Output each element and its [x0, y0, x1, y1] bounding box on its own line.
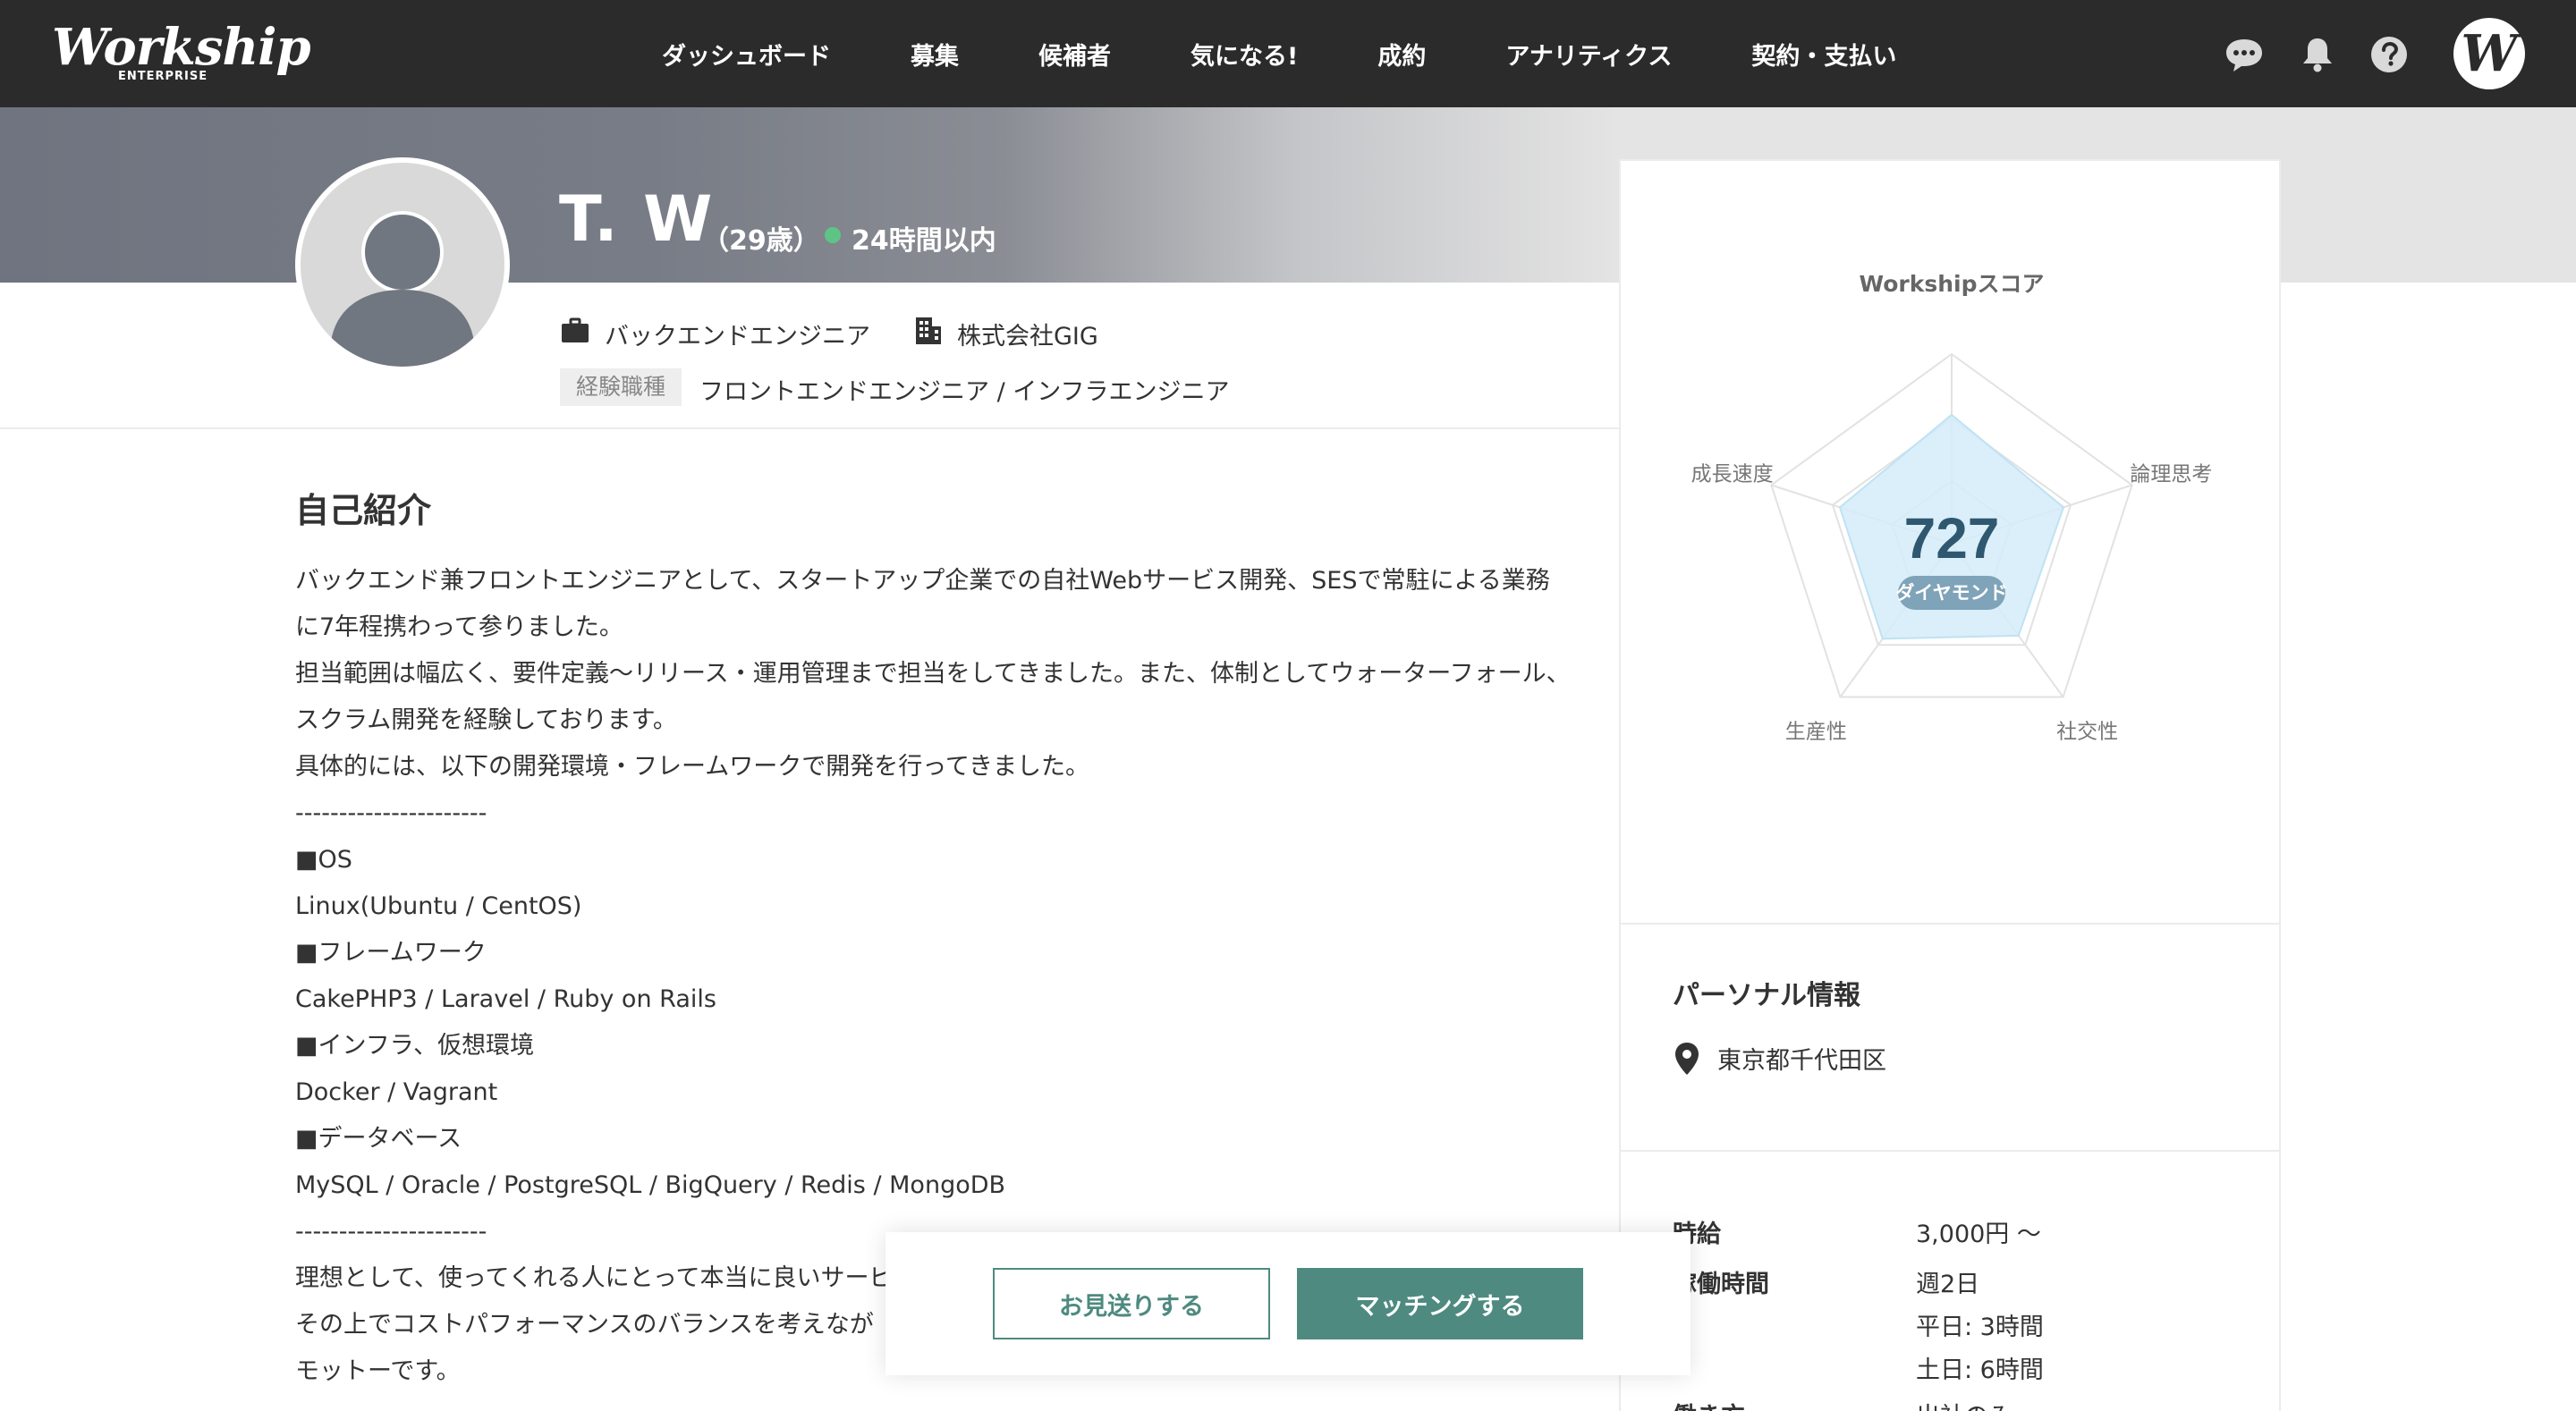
user-avatar-icon[interactable]: W: [2453, 18, 2525, 89]
skip-candidate-button[interactable]: お見送りする: [993, 1268, 1270, 1339]
candidate-action-bar: お見送りする マッチングする: [886, 1232, 1690, 1375]
intro-line: ■インフラ、仮想環境: [295, 1032, 535, 1060]
work-style-label: 働き方: [1673, 1397, 1745, 1411]
top-navigation-bar: Workship ENTERPRISE ダッシュボード 募集 候補者 気になる!…: [0, 0, 2576, 107]
intro-line: CakePHP3 / Laravel / Ruby on Rails: [295, 985, 716, 1013]
card-divider: [1621, 923, 2279, 925]
chat-icon[interactable]: [2224, 34, 2265, 75]
score-card: Workshipスコア 実績論理思考社交性生産性成長速度 727 ダイヤモンド …: [1619, 159, 2281, 1411]
nav-dashboard[interactable]: ダッシュボード: [662, 37, 831, 72]
rank-label: ダイヤモンド: [1895, 582, 2007, 604]
bell-icon[interactable]: [2297, 34, 2338, 75]
nav-contracted[interactable]: 成約: [1377, 37, 1426, 72]
experience-roles: フロントエンドエンジニア / インフラエンジニア: [699, 378, 1230, 406]
radar-axis-label: 論理思考: [2130, 462, 2212, 486]
candidate-job-title: バックエンドエンジニア: [605, 323, 870, 351]
weekend-hours-value: 土日: 6時間: [1916, 1356, 2044, 1384]
score-value: 727: [1904, 506, 2000, 570]
location-pin-icon: [1675, 1043, 1699, 1075]
intro-line: Linux(Ubuntu / CentOS): [295, 892, 582, 920]
working-days-value: 週2日: [1916, 1271, 1980, 1298]
building-icon: [916, 317, 941, 344]
personal-info-heading: パーソナル情報: [1673, 980, 1860, 1011]
match-candidate-button[interactable]: マッチングする: [1297, 1268, 1583, 1339]
intro-line: ----------------------: [295, 799, 487, 827]
help-icon[interactable]: [2368, 34, 2410, 75]
intro-heading: 自己紹介: [295, 491, 432, 530]
radar-axis-label: 生産性: [1785, 721, 1847, 744]
location-text: 東京都千代田区: [1717, 1047, 1886, 1075]
intro-line: ■データベース: [295, 1125, 462, 1153]
intro-line: 担当範囲は幅広く、要件定義〜リリース・運用管理まで担当をしてきました。また、体制…: [295, 660, 1571, 688]
hourly-rate-value: 3,000円 〜: [1916, 1221, 2041, 1248]
score-title: Workshipスコア: [1859, 271, 2045, 297]
intro-line: バックエンド兼フロントエンジニアとして、スタートアップ企業での自社Webサービス…: [295, 567, 1550, 595]
online-status-dot: [825, 227, 841, 243]
workship-logo[interactable]: Workship ENTERPRISE: [52, 18, 311, 83]
score-radar-chart: 実績論理思考社交性生産性成長速度 727 ダイヤモンド: [1691, 352, 2212, 744]
radar-axis-label: 成長速度: [1691, 462, 1774, 486]
online-status-text: 24時間以内: [852, 225, 996, 257]
intro-line: に7年程携わって参りました。: [295, 613, 623, 641]
intro-line: Docker / Vagrant: [295, 1078, 498, 1106]
logo-subtitle: ENTERPRISE: [118, 70, 208, 83]
candidate-name: T. W: [559, 182, 715, 256]
main-nav: ダッシュボード 募集 候補者 気になる! 成約 アナリティクス 契約・支払い: [662, 0, 1896, 107]
weekday-hours-value: 平日: 3時間: [1916, 1314, 2044, 1341]
candidate-age: （29歳）: [702, 225, 820, 257]
intro-line: 具体的には、以下の開発環境・フレームワークで開発を行ってきました。: [295, 753, 1090, 781]
experience-label-tag: 経験職種: [560, 368, 682, 406]
nav-recruitment[interactable]: 募集: [911, 37, 959, 72]
radar-axis-label: 社交性: [2056, 721, 2118, 744]
nav-contracts-payments[interactable]: 契約・支払い: [1751, 37, 1896, 72]
intro-line: ■フレームワーク: [295, 939, 487, 967]
profile-divider: [0, 427, 1619, 429]
intro-line: MySQL / Oracle / PostgreSQL / BigQuery /…: [295, 1171, 1006, 1199]
logo-wordmark: Workship: [52, 18, 311, 77]
candidate-avatar: [295, 157, 510, 372]
intro-line: ■OS: [295, 846, 352, 874]
person-silhouette-icon: [331, 211, 474, 367]
nav-candidates[interactable]: 候補者: [1038, 37, 1111, 72]
card-divider: [1621, 1150, 2279, 1152]
nav-interested[interactable]: 気になる!: [1191, 37, 1298, 72]
work-style-value: 出社のみ: [1916, 1397, 2012, 1411]
intro-line: スクラム開発を経験しております。: [295, 706, 677, 734]
nav-analytics[interactable]: アナリティクス: [1505, 37, 1672, 72]
candidate-company: 株式会社GIG: [957, 323, 1098, 351]
briefcase-icon: [562, 317, 589, 342]
